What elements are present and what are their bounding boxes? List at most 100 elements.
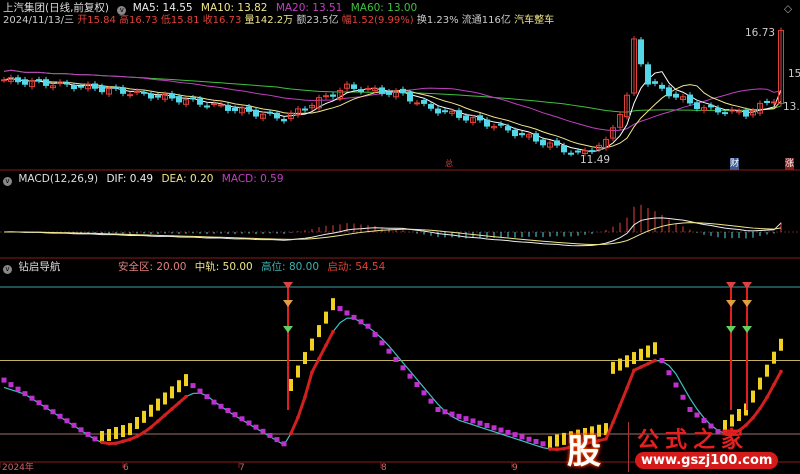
candle-body <box>561 145 567 153</box>
falling-dot <box>435 407 441 412</box>
ma20-value: MA20: 13.51 <box>275 2 343 14</box>
x-axis-label: 7 <box>239 463 245 473</box>
rising-block <box>289 379 293 391</box>
falling-dot <box>407 373 413 379</box>
safe-zone-value: 安全区: 20.00 <box>118 261 187 273</box>
rising-block <box>107 428 111 441</box>
falling-dot <box>274 437 280 443</box>
x-axis-label: 2024年 <box>2 463 34 473</box>
ma5-value: MA5: 14.55 <box>132 2 193 14</box>
ma10-value: MA10: 13.82 <box>200 2 268 14</box>
macd-value: MACD: 0.59 <box>221 173 284 185</box>
candle-body <box>99 86 105 93</box>
gem-icon <box>726 282 736 289</box>
candle-body <box>505 126 511 131</box>
falling-dot <box>358 319 364 325</box>
candle-body <box>218 104 224 107</box>
high-price-label: 16.73 <box>745 27 776 39</box>
gem-icon <box>283 282 293 289</box>
mid-rail-value: 中轨: 50.00 <box>194 261 253 273</box>
falling-dot <box>85 431 91 437</box>
event-marker[interactable]: 总 <box>445 158 453 170</box>
falling-dot <box>442 409 448 415</box>
falling-dot <box>43 404 49 410</box>
candle-body <box>204 105 210 108</box>
candle-body <box>246 106 252 112</box>
high: 高16.73 <box>119 15 158 26</box>
candle-body <box>127 94 133 97</box>
candle-body <box>169 93 175 99</box>
falling-dot <box>505 429 511 435</box>
candle-body <box>708 104 714 108</box>
candle-body <box>330 94 336 97</box>
falling-dot <box>204 394 210 400</box>
falling-dot <box>15 386 21 392</box>
candle-body <box>379 87 385 94</box>
falling-dot <box>1 377 7 383</box>
candle-body <box>36 79 42 82</box>
rising-block <box>135 416 139 429</box>
rising-block <box>653 342 657 355</box>
candle-body <box>211 103 217 106</box>
candle-body <box>148 93 154 99</box>
rising-block <box>310 338 314 351</box>
falling-dot <box>344 310 350 316</box>
rising-block <box>142 410 146 423</box>
falling-dot <box>526 436 532 442</box>
falling-dot <box>680 394 686 400</box>
low-price-label: 11.49 <box>580 154 611 166</box>
ma60-value: MA60: 13.00 <box>350 2 418 14</box>
gem-icon <box>726 326 736 333</box>
open: 开15.84 <box>77 15 116 26</box>
rising-block <box>177 380 181 393</box>
gem-icon <box>283 300 293 307</box>
candle-body <box>771 101 777 104</box>
dea-line <box>3 222 782 245</box>
candle-body <box>456 110 462 118</box>
chevron-down-icon[interactable]: v <box>3 265 12 274</box>
falling-dot <box>337 306 343 312</box>
falling-dot <box>673 382 679 388</box>
candle-body <box>64 82 70 85</box>
candle-body <box>666 87 672 97</box>
falling-dot <box>36 400 42 406</box>
candle-body <box>638 39 644 65</box>
candle-body <box>232 107 238 112</box>
rising-block <box>331 298 335 311</box>
gem-icon <box>742 300 752 307</box>
falling-dot <box>386 348 392 354</box>
falling-dot <box>470 418 476 424</box>
diamond-icon[interactable]: ◇ <box>784 3 792 15</box>
chevron-down-icon[interactable]: v <box>3 177 12 186</box>
rising-block <box>618 358 622 371</box>
change: 幅1.52(9.99%) <box>341 15 414 26</box>
candle-body <box>652 81 658 84</box>
site-name: 公式之家 <box>637 427 750 453</box>
falling-dot <box>351 314 357 320</box>
candle-body <box>659 84 665 89</box>
candle-body <box>407 92 413 102</box>
candle-body <box>715 107 721 113</box>
x-axis-label: 9 <box>512 463 518 473</box>
falling-dot <box>463 416 469 422</box>
candle-body <box>302 108 308 111</box>
falling-dot <box>512 432 518 438</box>
chart-canvas[interactable] <box>0 0 800 474</box>
falling-dot <box>449 411 455 417</box>
candle-body <box>498 123 504 126</box>
candle-body <box>365 88 371 91</box>
candle-body <box>1 79 7 82</box>
candle-body <box>43 79 49 86</box>
stock-name: 上汽集团(日线,前复权) <box>3 2 110 14</box>
finance-marker[interactable]: 财 <box>730 158 740 170</box>
limit-up-marker[interactable]: 涨 <box>785 158 795 170</box>
float: 流通116亿 <box>461 15 511 26</box>
chevron-down-icon[interactable]: v <box>117 6 127 15</box>
candle-body <box>428 104 434 109</box>
falling-dot <box>239 416 245 422</box>
candle-body <box>568 152 574 155</box>
low: 低15.81 <box>160 15 200 26</box>
rising-block <box>114 427 118 440</box>
gem-icon <box>742 326 752 333</box>
falling-dot <box>29 395 35 401</box>
